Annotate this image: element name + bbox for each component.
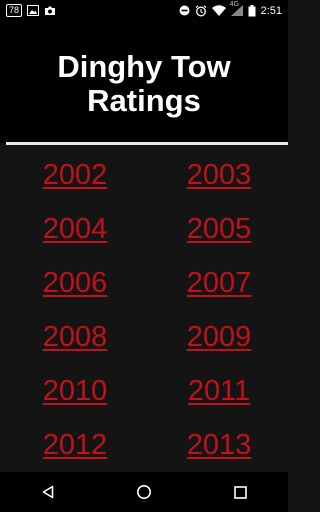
recents-button[interactable] (215, 472, 265, 512)
year-link-2010[interactable]: 2010 (0, 364, 144, 418)
year-link-2002[interactable]: 2002 (0, 148, 144, 202)
home-icon (136, 484, 152, 500)
back-icon (41, 485, 55, 499)
status-bar-right: 4G 2:51 (179, 1, 282, 17)
status-bar: 78 4G 2:51 (0, 0, 288, 21)
page-title: Dinghy Tow Ratings (57, 49, 231, 118)
year-link-2011[interactable]: 2011 (144, 364, 288, 418)
year-link-2004[interactable]: 2004 (0, 202, 144, 256)
year-grid: 2002 2003 2004 2005 2006 2007 2008 2009 … (0, 148, 288, 472)
year-link-2012[interactable]: 2012 (0, 418, 144, 472)
home-button[interactable] (119, 472, 169, 512)
do-not-disturb-icon (179, 5, 190, 16)
network-type-label: 4G (229, 1, 239, 8)
image-icon (27, 5, 40, 16)
clock-time: 2:51 (260, 4, 282, 17)
year-link-2008[interactable]: 2008 (0, 310, 144, 364)
signal-icon: 4G (230, 1, 243, 16)
app-header: Dinghy Tow Ratings (0, 21, 288, 143)
camera-icon (44, 5, 56, 16)
battery-icon (248, 4, 256, 17)
recents-icon (233, 485, 247, 499)
year-link-2013[interactable]: 2013 (144, 418, 288, 472)
alarm-icon (195, 4, 207, 17)
year-link-2007[interactable]: 2007 (144, 256, 288, 310)
wifi-icon (211, 5, 226, 16)
notification-count-badge: 78 (6, 4, 23, 17)
year-link-2003[interactable]: 2003 (144, 148, 288, 202)
header-divider (6, 142, 288, 145)
navigation-bar (0, 472, 288, 512)
back-button[interactable] (23, 472, 73, 512)
status-bar-left: 78 (6, 4, 56, 17)
year-link-2005[interactable]: 2005 (144, 202, 288, 256)
year-link-2006[interactable]: 2006 (0, 256, 144, 310)
year-link-2009[interactable]: 2009 (144, 310, 288, 364)
